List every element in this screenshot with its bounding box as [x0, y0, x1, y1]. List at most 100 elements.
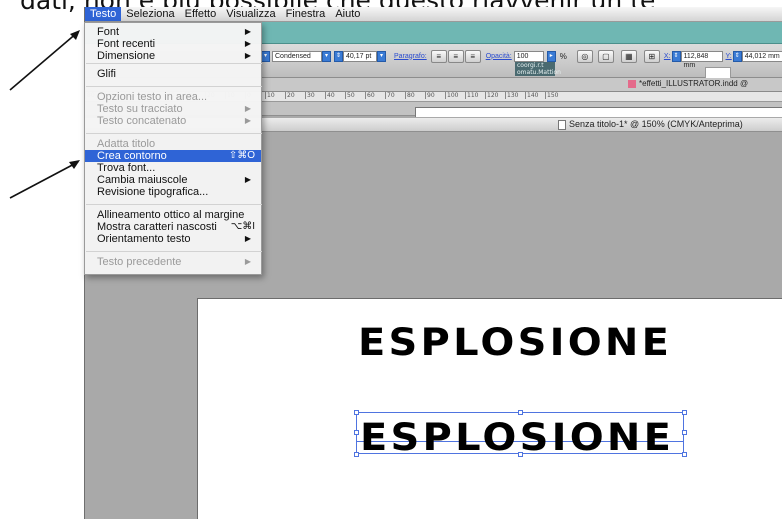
menu-shortcut: ⌥⌘I	[230, 221, 255, 232]
submenu-arrow-icon: ▶	[244, 175, 251, 184]
resize-handle[interactable]	[518, 410, 523, 415]
indd-filename: *effetti_ILLUSTRATOR.indd @	[639, 79, 749, 88]
menu-item-label: Testo su tracciato	[97, 103, 183, 115]
x-stepper-icon[interactable]: ⇕	[671, 50, 681, 62]
opacity-link[interactable]: Opacità:	[486, 53, 512, 60]
ruler-tick: 100	[445, 92, 465, 99]
arrow-pointer-icon	[9, 30, 80, 91]
menu-item-label: Font recenti	[97, 38, 156, 50]
artboard[interactable]: ESPLOSIONE ESPLOSIONE	[197, 298, 782, 519]
menu-finestra[interactable]: Finestra	[281, 7, 331, 21]
graphic-style-button[interactable]: ▢	[597, 49, 614, 63]
align-right-button[interactable]: ≡	[464, 49, 481, 63]
submenu-arrow-icon: ▶	[244, 27, 251, 36]
menu-item-adatta-titolo: Adatta titolo	[85, 138, 261, 150]
resize-handle[interactable]	[354, 430, 359, 435]
menu-separator	[86, 63, 262, 64]
menu-separator	[86, 251, 262, 252]
ruler-tick: 140	[525, 92, 545, 99]
x-coord-label: X:	[663, 52, 671, 60]
menu-item-label: Crea contorno	[97, 150, 167, 162]
menu-separator	[86, 204, 262, 205]
menu-item-label: Opzioni testo in area...	[97, 91, 208, 103]
menu-item-revisione-tipografica[interactable]: Revisione tipografica...	[85, 186, 261, 198]
menu-effetto[interactable]: Effetto	[180, 7, 222, 21]
menu-item-label: Testo precedente	[97, 256, 182, 268]
dropdown-arrow-icon[interactable]: ▾	[377, 50, 386, 62]
menu-item-crea-contorno[interactable]: Crea contorno ⇧⌘O	[85, 150, 261, 162]
menu-item-orientamento-testo[interactable]: Orientamento testo ▶	[85, 233, 261, 245]
ruler-tick: 150	[545, 92, 565, 99]
y-coord-label: Y:	[725, 52, 732, 60]
font-style-select[interactable]: Condensed	[272, 50, 322, 62]
menu-item-font[interactable]: Font ▶	[85, 26, 261, 38]
ruler-tick: 130	[505, 92, 525, 99]
menu-aiuto[interactable]: Aiuto	[330, 7, 365, 21]
menu-separator	[86, 86, 262, 87]
ruler-tick: 90	[425, 92, 445, 99]
menu-visualizza[interactable]: Visualizza	[221, 7, 280, 21]
font-size-stepper-icon[interactable]: ⇕	[334, 50, 343, 62]
document-tab-title[interactable]: Senza titolo-1* @ 150% (CMYK/Anteprima)	[569, 119, 743, 129]
align-center-button[interactable]: ≡	[447, 49, 464, 63]
menu-item-label: Revisione tipografica...	[97, 186, 209, 198]
dropdown-arrow-icon[interactable]: ▾	[322, 50, 331, 62]
menu-item-mostra-caratteri-nascosti[interactable]: Mostra caratteri nascosti ⌥⌘I	[85, 221, 261, 233]
menu-item-trova-font[interactable]: Trova font...	[85, 162, 261, 174]
menu-shortcut: ⇧⌘O	[228, 150, 255, 161]
x-coord-input[interactable]: 112,848 mm	[680, 50, 723, 69]
submenu-arrow-icon: ▶	[244, 116, 251, 125]
align-left-button[interactable]: ≡	[430, 49, 447, 63]
menu-item-testo-concatenato: Testo concatenato ▶	[85, 115, 261, 127]
menu-item-opzioni-testo-in-area: Opzioni testo in area...	[85, 91, 261, 103]
font-size-input[interactable]: 40,17 pt	[343, 50, 377, 62]
dropdown-arrow-icon[interactable]: ▸	[546, 50, 556, 62]
menu-item-testo-su-tracciato: Testo su tracciato ▶	[85, 103, 261, 115]
ruler-tick: 10	[265, 92, 285, 99]
testo-dropdown-menu: Font ▶ Font recenti ▶ Dimensione ▶ Glifi Opzion…	[84, 22, 262, 275]
menu-item-cambia-maiuscole[interactable]: Cambia maiuscole ▶	[85, 174, 261, 186]
y-coord-input[interactable]: 44,012 mm	[741, 50, 782, 62]
document-icon	[558, 120, 566, 130]
resize-handle[interactable]	[518, 452, 523, 457]
resize-handle[interactable]	[682, 410, 687, 415]
menu-testo[interactable]: Testo	[85, 7, 122, 21]
submenu-arrow-icon: ▶	[244, 104, 251, 113]
ruler-tick: 60	[365, 92, 385, 99]
opacity-input[interactable]: 100	[513, 50, 544, 62]
indd-file-icon	[628, 79, 636, 88]
menu-item-label: Glifi	[97, 68, 116, 80]
menu-item-dimensione[interactable]: Dimensione ▶	[85, 50, 261, 62]
layers-panel-snippet: coorgi.r.t omatu.Mattion	[515, 62, 561, 76]
resize-handle[interactable]	[354, 452, 359, 457]
menu-separator	[86, 133, 262, 134]
menu-item-label: Cambia maiuscole	[97, 174, 188, 186]
ruler-tick: 80	[405, 92, 425, 99]
ruler-tick: 40	[325, 92, 345, 99]
font-style-arrow-icon[interactable]: ▾	[261, 50, 270, 62]
recolor-button[interactable]: ◎	[576, 49, 593, 63]
paragraph-link[interactable]: Paragrafo:	[394, 53, 427, 60]
ruler-tick: 20	[285, 92, 305, 99]
ruler-tick: 110	[465, 92, 485, 99]
arrow-pointer-icon	[9, 160, 80, 199]
resize-handle[interactable]	[354, 410, 359, 415]
menu-item-font-recenti[interactable]: Font recenti ▶	[85, 38, 261, 50]
menu-item-label: Testo concatenato	[97, 115, 187, 127]
menu-bar: Testo Seleziona Effetto Visualizza Fines…	[85, 7, 782, 22]
menu-item-label: Font	[97, 26, 120, 38]
y-stepper-icon[interactable]: ⇕	[732, 50, 742, 62]
resize-handle[interactable]	[682, 452, 687, 457]
resize-handle[interactable]	[682, 430, 687, 435]
submenu-arrow-icon: ▶	[244, 234, 251, 243]
menu-item-testo-precedente: Testo precedente ▶	[85, 256, 261, 268]
menu-item-label: Orientamento testo	[97, 233, 191, 245]
headline-text-outlined[interactable]: ESPLOSIONE	[358, 321, 672, 364]
indesign-document-tab[interactable]: *effetti_ILLUSTRATOR.indd @	[628, 79, 748, 88]
submenu-arrow-icon: ▶	[244, 257, 251, 266]
align-panel-button[interactable]: ▦	[620, 49, 637, 63]
menu-item-glifi[interactable]: Glifi	[85, 68, 261, 80]
menu-item-allineamento-ottico-al-margine[interactable]: Allineamento ottico al margine	[85, 209, 261, 221]
transform-reference-icon[interactable]: ⊞	[643, 49, 660, 63]
menu-seleziona[interactable]: Seleziona	[121, 7, 179, 21]
